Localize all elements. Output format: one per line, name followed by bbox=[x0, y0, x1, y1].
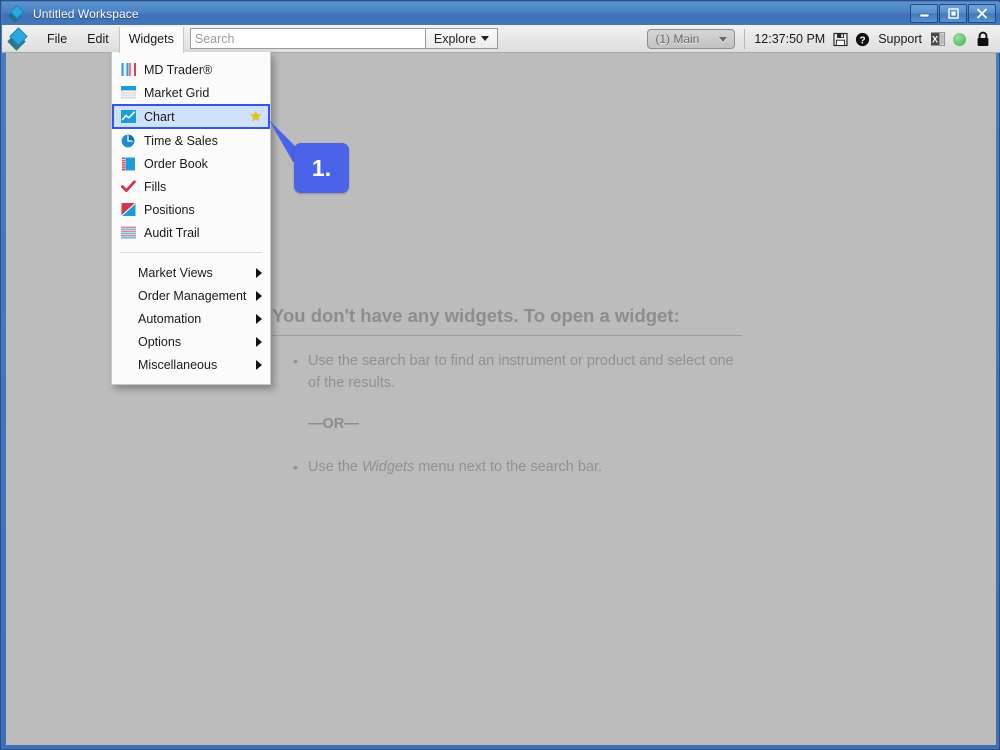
menu-item-label: Chart bbox=[144, 109, 175, 124]
clock-pie-icon bbox=[120, 134, 136, 148]
floppy-save-icon[interactable] bbox=[833, 32, 848, 47]
menu-item-label: Order Book bbox=[144, 156, 208, 171]
menu-item-audit-trail[interactable]: Audit Trail bbox=[112, 221, 270, 244]
menu-item-order-management[interactable]: Order Management bbox=[112, 284, 270, 307]
menu-item-fills[interactable]: Fills bbox=[112, 175, 270, 198]
menu-item-label: Market Views bbox=[138, 265, 213, 280]
callout-step-1: 1. bbox=[294, 143, 349, 193]
menu-item-label: Market Grid bbox=[144, 85, 210, 100]
favorite-star-icon[interactable]: ★ bbox=[249, 108, 262, 125]
menu-item-order-book[interactable]: Order Book bbox=[112, 152, 270, 175]
chevron-right-icon bbox=[256, 336, 262, 347]
clock-label: 12:37:50 PM bbox=[754, 32, 826, 46]
menu-item-automation[interactable]: Automation bbox=[112, 307, 270, 330]
menu-item-label: Automation bbox=[138, 311, 202, 326]
workspace-selector[interactable]: (1) Main bbox=[647, 29, 736, 49]
bullet2-emphasis: Widgets bbox=[362, 459, 415, 475]
chevron-right-icon bbox=[256, 313, 262, 324]
maximize-button[interactable] bbox=[939, 4, 967, 23]
chart-icon bbox=[120, 110, 136, 124]
menu-item-label: Positions bbox=[144, 202, 195, 217]
search-input[interactable] bbox=[189, 28, 426, 49]
menu-item-positions[interactable]: Positions bbox=[112, 198, 270, 221]
main-toolbar: File Edit Widgets Explore (1) Main 12:37… bbox=[2, 25, 1000, 53]
menu-item-market-grid[interactable]: Market Grid bbox=[112, 81, 270, 104]
toolbar-right-cluster: (1) Main 12:37:50 PM ? Support X bbox=[647, 25, 1000, 53]
market-grid-icon bbox=[120, 86, 136, 100]
tt-logo-icon bbox=[7, 26, 29, 51]
menu-item-label: Audit Trail bbox=[144, 225, 200, 240]
audit-trail-icon bbox=[120, 226, 136, 240]
empty-state-title: You don't have any widgets. To open a wi… bbox=[272, 305, 742, 336]
menu-item-label: MD Trader® bbox=[144, 62, 213, 77]
menu-separator bbox=[120, 252, 262, 253]
window-title-bar: Untitled Workspace bbox=[2, 2, 1000, 25]
menu-file[interactable]: File bbox=[38, 27, 76, 51]
toolbar-divider bbox=[744, 29, 746, 49]
empty-state-message: You don't have any widgets. To open a wi… bbox=[272, 305, 742, 484]
menu-item-market-views[interactable]: Market Views bbox=[112, 261, 270, 284]
widgets-dropdown-menu: MD Trader® Market Grid Chart ★ Time & Sa… bbox=[111, 52, 271, 385]
menu-widgets[interactable]: Widgets bbox=[119, 26, 183, 53]
minimize-button[interactable] bbox=[910, 4, 938, 23]
chevron-down-icon bbox=[481, 36, 490, 41]
explore-button[interactable]: Explore bbox=[424, 28, 499, 49]
menu-edit[interactable]: Edit bbox=[78, 27, 118, 51]
explore-label: Explore bbox=[433, 31, 477, 46]
support-label[interactable]: Support bbox=[878, 32, 922, 46]
bullet2-suffix: menu next to the search bar. bbox=[414, 459, 603, 475]
padlock-icon[interactable] bbox=[976, 31, 990, 47]
menu-item-md-trader[interactable]: MD Trader® bbox=[112, 58, 270, 81]
menu-item-chart[interactable]: Chart ★ bbox=[112, 104, 270, 129]
menu-item-label: Order Management bbox=[138, 288, 247, 303]
positions-icon bbox=[120, 203, 136, 217]
callout-number: 1. bbox=[311, 154, 332, 181]
empty-state-bullet-search: Use the search bar to find an instrument… bbox=[293, 350, 742, 394]
chevron-right-icon bbox=[256, 267, 262, 278]
menu-item-label: Time & Sales bbox=[144, 133, 218, 148]
empty-state-list-2: Use the Widgets menu next to the search … bbox=[272, 456, 742, 478]
application-window: Untitled Workspace File Edit Widgets Sea… bbox=[0, 0, 1000, 750]
svg-text:?: ? bbox=[860, 35, 866, 46]
excel-export-icon[interactable]: X bbox=[930, 31, 946, 47]
menu-item-options[interactable]: Options bbox=[112, 330, 270, 353]
close-button[interactable] bbox=[968, 4, 996, 23]
svg-text:X: X bbox=[932, 35, 938, 45]
tt-diamond-logo-icon bbox=[7, 4, 25, 23]
bullet2-prefix: Use the bbox=[308, 459, 362, 475]
empty-state-list: Use the search bar to find an instrument… bbox=[272, 350, 742, 394]
empty-state-or-separator: —OR— bbox=[308, 416, 359, 432]
menu-item-label: Fills bbox=[144, 179, 167, 194]
workspace-selector-label: (1) Main bbox=[655, 32, 700, 46]
window-controls bbox=[910, 4, 996, 23]
order-book-icon bbox=[120, 157, 136, 171]
green-status-dot-icon[interactable] bbox=[953, 32, 966, 46]
chevron-right-icon bbox=[256, 290, 262, 301]
window-title: Untitled Workspace bbox=[33, 6, 139, 21]
menu-item-label: Miscellaneous bbox=[138, 357, 218, 372]
chevron-right-icon bbox=[256, 359, 262, 370]
chevron-down-icon bbox=[719, 36, 728, 42]
menu-item-miscellaneous[interactable]: Miscellaneous bbox=[112, 353, 270, 376]
menu-item-time-and-sales[interactable]: Time & Sales bbox=[112, 129, 270, 152]
help-circle-icon[interactable]: ? bbox=[855, 32, 870, 47]
md-trader-icon bbox=[120, 63, 136, 77]
empty-state-bullet-widgets: Use the Widgets menu next to the search … bbox=[293, 456, 742, 478]
checkmark-icon bbox=[120, 180, 136, 194]
menu-item-label: Options bbox=[138, 334, 182, 349]
